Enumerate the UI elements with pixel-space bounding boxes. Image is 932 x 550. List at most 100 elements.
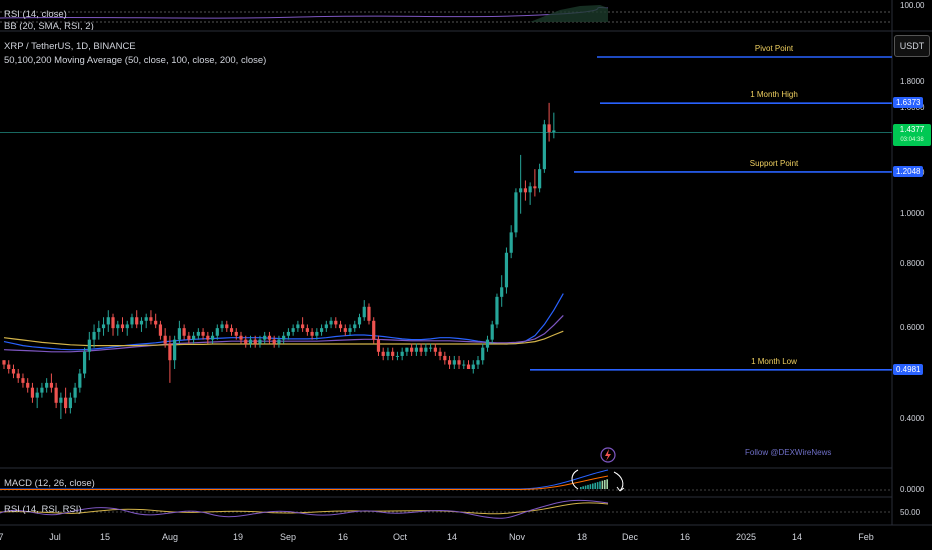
candle-body — [315, 331, 319, 336]
candle-body — [82, 351, 87, 374]
price-tick-label: 0.6000 — [900, 323, 925, 333]
price-tick-label: 0.8000 — [900, 258, 925, 268]
candle-body — [135, 317, 139, 325]
candle-body — [272, 339, 276, 344]
candle-body — [182, 328, 186, 336]
macd-histogram-bar — [587, 484, 589, 489]
moving-average-label[interactable]: 50,100,200 Moving Average (50, close, 10… — [4, 55, 266, 66]
candle-body — [267, 335, 272, 340]
candle-body — [116, 324, 120, 329]
candle-body — [523, 188, 527, 193]
date-tick-label: 7 — [0, 532, 4, 542]
candle-body — [125, 324, 129, 329]
macd-label[interactable]: MACD (12, 26, close) — [4, 478, 95, 489]
top-rsi-level: 100.00 — [900, 1, 925, 10]
date-tick-label: Nov — [508, 532, 526, 542]
candle-body — [490, 324, 494, 340]
candle-body — [447, 360, 452, 365]
candle-body — [471, 364, 475, 370]
candle-body — [395, 355, 400, 357]
candle-body — [414, 347, 418, 352]
candle-body — [376, 339, 381, 352]
candle-body — [519, 188, 523, 193]
candle-body — [528, 186, 532, 193]
candle-body — [210, 335, 215, 340]
date-tick-label: Dec — [621, 532, 639, 542]
candle-body — [168, 343, 172, 361]
date-tick-label: Feb — [858, 532, 874, 542]
candle-body — [215, 328, 219, 336]
candle-body — [263, 335, 267, 340]
macd-histogram-bar — [599, 481, 601, 489]
price-tick-label: 1.8000 — [900, 77, 925, 86]
macd-histogram-bar — [604, 480, 606, 489]
rsi-label[interactable]: RSI (14, RSI, RSI) — [4, 504, 82, 515]
candle-body — [111, 317, 115, 329]
macd-hand-drawn-arrow — [613, 471, 625, 492]
level-label: 1 Month Low — [751, 356, 797, 366]
candle-body — [552, 130, 556, 132]
candle-body — [301, 324, 305, 329]
candle-body — [139, 320, 144, 325]
candle-body — [547, 124, 551, 132]
candle-body — [30, 387, 35, 398]
level-label: Support Point — [749, 158, 799, 168]
candle-body — [244, 339, 248, 344]
candle-body — [476, 360, 480, 365]
candle-body — [144, 317, 148, 321]
level-price-tag: 1.2048 — [893, 165, 924, 177]
candle-body — [87, 339, 91, 352]
level-label: Pivot Point — [754, 44, 794, 53]
candle-body — [329, 320, 333, 325]
candle-body — [424, 347, 428, 352]
macd-histogram-bar — [596, 482, 599, 489]
candle-body — [400, 351, 404, 356]
candle-body — [338, 324, 343, 329]
candle-body — [229, 328, 234, 332]
candle-body — [438, 351, 442, 356]
candle-body — [225, 324, 229, 329]
macd-histogram-bar — [592, 483, 594, 489]
candle-body — [59, 397, 63, 403]
candle-body — [457, 360, 461, 365]
candle-body — [433, 347, 437, 352]
level-lines — [530, 56, 892, 371]
symbol-title[interactable]: XRP / TetherUS, 1D, BINANCE — [4, 41, 136, 52]
candle-body — [367, 306, 371, 321]
candle-body — [353, 324, 357, 329]
candle-body — [405, 347, 409, 352]
candle-body — [54, 387, 58, 403]
macd-histogram-bar — [582, 486, 584, 489]
macd-histogram-bar — [584, 485, 587, 489]
candle-body — [277, 339, 281, 344]
candle-body — [206, 335, 210, 340]
lightning-bolt-icon — [605, 449, 611, 461]
date-tick-label: 16 — [679, 532, 691, 542]
candle-body — [21, 378, 25, 383]
candle-body — [177, 328, 181, 340]
candle-body — [201, 331, 205, 336]
candle-body — [538, 169, 542, 189]
candle-body — [35, 392, 39, 398]
top-rsi-panel — [0, 0, 892, 30]
candle-body — [97, 328, 101, 332]
candle-body — [429, 347, 433, 349]
candle-body — [64, 397, 68, 409]
macd-histogram-bar — [580, 487, 582, 489]
currency-button[interactable]: USDT — [894, 35, 930, 57]
candle-body — [120, 324, 125, 329]
follow-text: Follow @DEXWireNews — [745, 448, 832, 457]
candle-body — [334, 320, 338, 325]
date-tick-label: 19 — [232, 532, 244, 542]
candle-body — [286, 331, 290, 336]
candle-body — [92, 331, 96, 340]
level-price-tag: 0.4981 — [893, 363, 924, 375]
chart-canvas — [0, 0, 932, 526]
candle-body — [258, 339, 262, 344]
date-tick-label: 15 — [99, 532, 111, 542]
candle-body — [291, 328, 295, 332]
candle-body — [495, 296, 499, 325]
date-tick-label: 14 — [791, 532, 803, 542]
candle-body — [386, 351, 390, 356]
candle-body — [319, 328, 324, 332]
